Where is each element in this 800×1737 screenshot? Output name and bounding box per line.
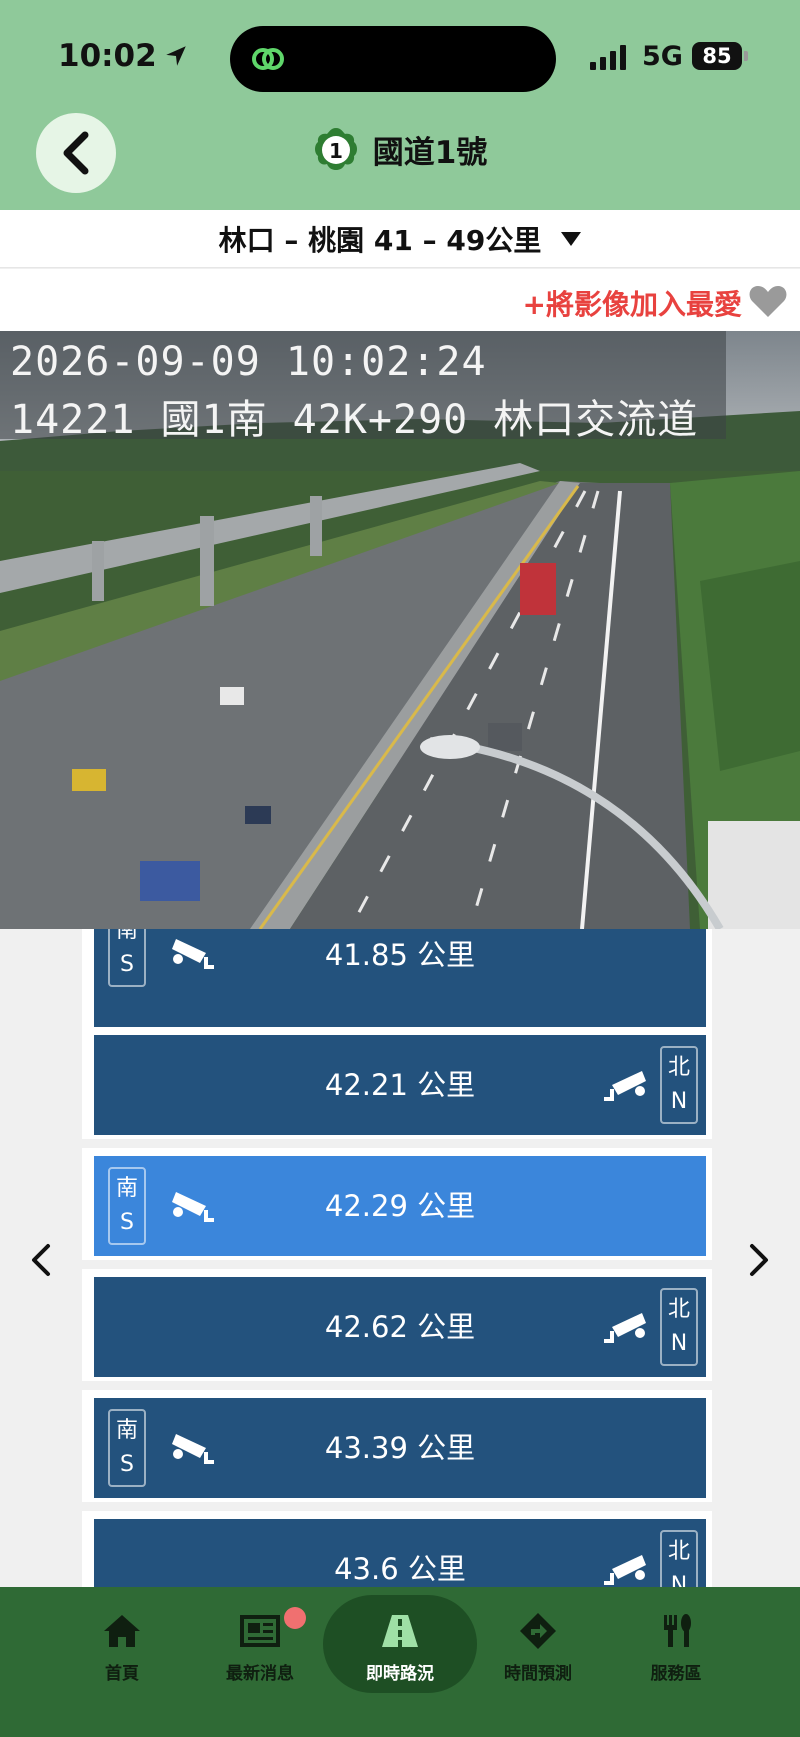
- status-bar: 10:02 5G 85: [0, 0, 800, 110]
- next-arrow-icon[interactable]: [738, 1240, 778, 1280]
- status-time: 10:02: [58, 38, 189, 74]
- direction-zh: 北: [667, 1297, 690, 1322]
- camera-list: 南 S 41.85 公里 42.21 公里 北 N 南 S 42.29 公里 4…: [82, 929, 712, 1587]
- tab-home[interactable]: 首頁: [53, 1587, 191, 1697]
- link-icon: [252, 48, 284, 70]
- dynamic-island: [230, 26, 556, 92]
- favorite-bar: +將影像加入最愛: [0, 269, 800, 331]
- camera-list-item[interactable]: 南 S 41.85 公里: [82, 929, 712, 1041]
- news-icon: [240, 1615, 280, 1647]
- add-favorite-link[interactable]: +將影像加入最愛: [523, 283, 742, 323]
- direction-zh: 北: [667, 1055, 690, 1080]
- tab-label: 最新消息: [226, 1664, 294, 1684]
- direction-badge: 北 N: [660, 1530, 698, 1587]
- direction-en: N: [670, 1089, 688, 1114]
- cctv-camera-icon: [604, 1071, 646, 1101]
- direction-en: N: [670, 1331, 688, 1356]
- bottom-tab-bar: 首頁 最新消息 即時路況 時間預測 服務區: [0, 1587, 800, 1737]
- direction-en: N: [670, 1573, 688, 1587]
- previous-arrow-icon[interactable]: [22, 1240, 62, 1280]
- signal-icon: [590, 44, 626, 70]
- tab-service-area[interactable]: 服務區: [607, 1587, 745, 1697]
- tab-label: 服務區: [650, 1664, 702, 1684]
- km-label: 41.85 公里: [324, 938, 476, 972]
- camera-list-item[interactable]: 42.62 公里 北 N: [82, 1269, 712, 1381]
- camera-image[interactable]: 2026-09-09 10:02:24 14221 國1南 42K+290 林口…: [0, 331, 800, 929]
- tab-label: 首頁: [105, 1664, 139, 1684]
- cctv-camera-icon: [604, 1555, 646, 1585]
- road-icon: [382, 1615, 418, 1647]
- direction-badge: 北 N: [660, 1288, 698, 1366]
- section-label: 林口 – 桃園 41 – 49公里: [218, 223, 542, 257]
- network-label: 5G: [642, 41, 683, 72]
- location-arrow-icon: [165, 46, 186, 66]
- camera-location: 14221 國1南 42K+290 林口交流道: [10, 397, 699, 443]
- battery-icon: 85: [692, 42, 742, 70]
- heart-icon[interactable]: [748, 283, 788, 319]
- status-time-text: 10:02: [58, 38, 157, 74]
- direction-badge: 北 N: [660, 1046, 698, 1124]
- route-shield-icon: 1: [314, 128, 357, 170]
- route-sign-icon: [520, 1613, 556, 1649]
- tab-news[interactable]: 最新消息: [191, 1587, 329, 1697]
- km-label: 42.29 公里: [324, 1189, 476, 1223]
- route-shield-number: 1: [329, 139, 343, 163]
- tab-time-prediction[interactable]: 時間預測: [469, 1587, 607, 1697]
- page-title-group: 1 國道1號: [0, 126, 800, 172]
- tab-label: 時間預測: [504, 1664, 572, 1684]
- utensils-icon: [664, 1614, 691, 1647]
- page-title: 國道1號: [372, 134, 488, 171]
- battery-tip: [744, 51, 748, 61]
- section-selector[interactable]: 林口 – 桃園 41 – 49公里: [0, 210, 800, 268]
- camera-list-item[interactable]: 南 S 43.39 公里: [82, 1390, 712, 1502]
- camera-list-item-active[interactable]: 南 S 42.29 公里: [82, 1148, 712, 1260]
- app-header: 1 國道1號: [0, 110, 800, 210]
- km-label: 43.39 公里: [324, 1431, 476, 1465]
- tab-live-traffic[interactable]: 即時路況: [331, 1587, 469, 1697]
- tab-label: 即時路況: [366, 1664, 434, 1684]
- camera-timestamp: 2026-09-09 10:02:24: [10, 339, 487, 385]
- caret-down-icon: [561, 231, 582, 246]
- direction-zh: 北: [667, 1539, 690, 1564]
- camera-list-item[interactable]: 42.21 公里 北 N: [82, 1027, 712, 1139]
- notification-badge: [284, 1607, 306, 1629]
- cctv-camera-icon: [604, 1313, 646, 1343]
- camera-list-item[interactable]: 43.6 公里 北 N: [82, 1511, 712, 1587]
- home-icon: [104, 1615, 140, 1647]
